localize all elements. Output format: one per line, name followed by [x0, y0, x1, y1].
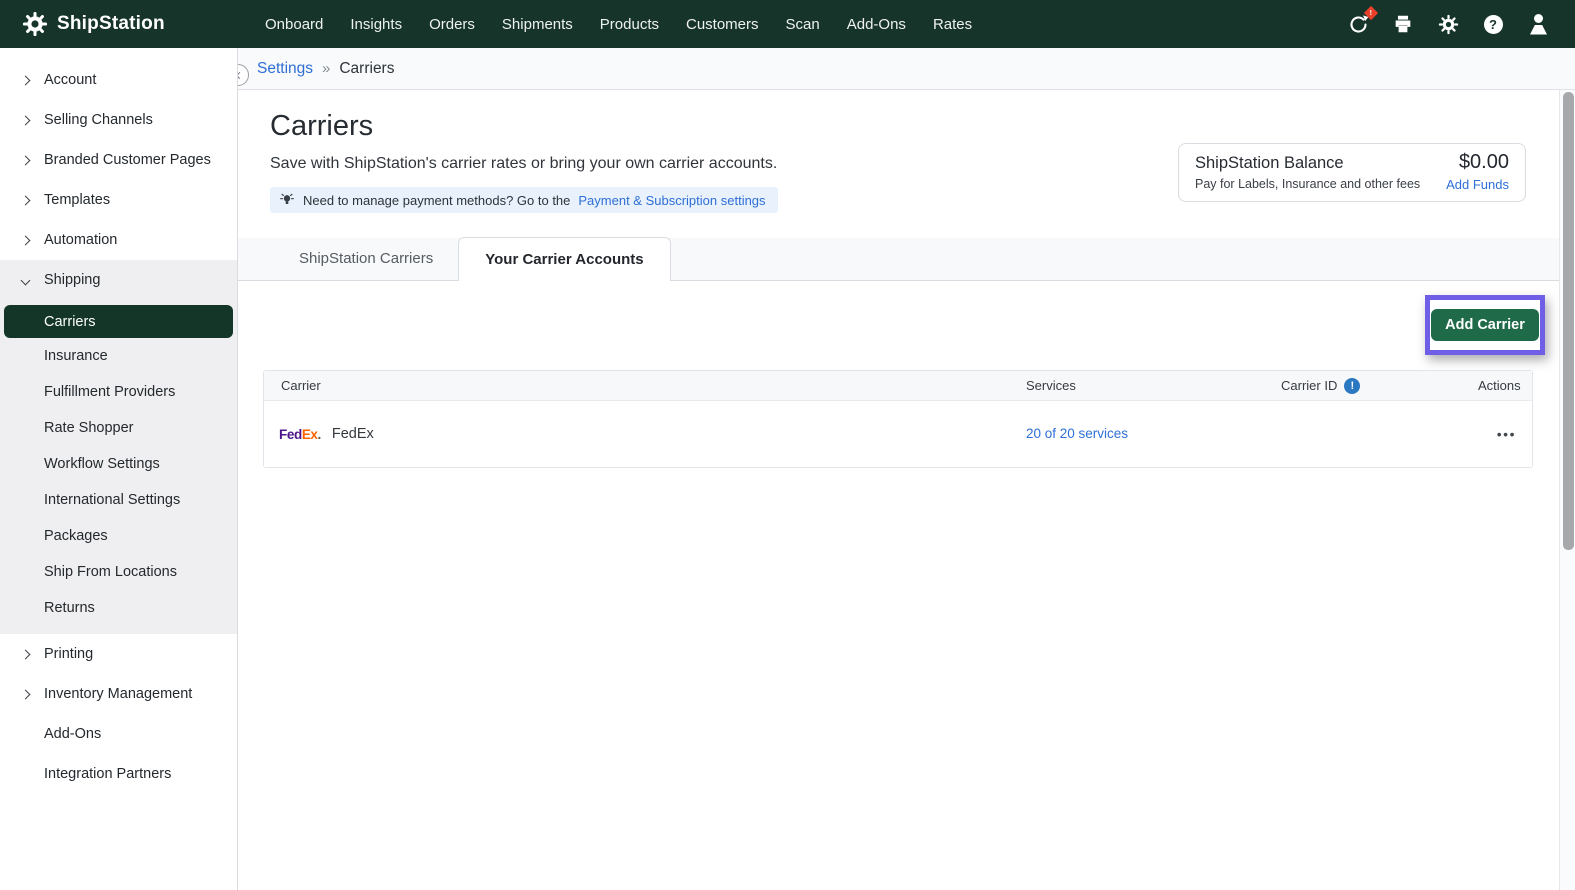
- sidebar-item-inventory-management[interactable]: Inventory Management: [0, 674, 237, 714]
- brand-name: ShipStation: [57, 13, 165, 35]
- page-title: Carriers: [270, 108, 1575, 144]
- balance-amount: $0.00: [1446, 151, 1509, 174]
- payment-info-banner: Need to manage payment methods? Go to th…: [270, 187, 778, 213]
- sidebar-item-packages[interactable]: Packages: [0, 518, 237, 554]
- topbar-icons: !: [1347, 0, 1549, 48]
- sidebar-item-account[interactable]: Account: [0, 60, 237, 100]
- nav-item-insights[interactable]: Insights: [350, 16, 402, 33]
- sidebar-item-integration-partners[interactable]: Integration Partners: [0, 754, 237, 794]
- nav-item-onboard[interactable]: Onboard: [265, 16, 323, 33]
- breadcrumb: Settings » Carriers: [238, 48, 1575, 90]
- shipstation-logo[interactable]: ShipStation: [22, 0, 165, 48]
- sidebar-item-selling-channels[interactable]: Selling Channels: [0, 100, 237, 140]
- nav-item-customers[interactable]: Customers: [686, 16, 759, 33]
- sidebar-shipping-section: Shipping Carriers Insurance Fulfillment …: [0, 260, 237, 634]
- sidebar-item-carriers[interactable]: Carriers: [4, 305, 233, 338]
- chevron-right-icon: [21, 75, 31, 85]
- sidebar-item-international-settings[interactable]: International Settings: [0, 482, 237, 518]
- column-header-carrier-id: Carrier ID: [1281, 378, 1337, 393]
- sidebar-item-fulfillment-providers[interactable]: Fulfillment Providers: [0, 374, 237, 410]
- chevron-right-icon: [21, 155, 31, 165]
- help-icon[interactable]: ?: [1482, 13, 1504, 35]
- carrier-id-info-icon[interactable]: !: [1344, 378, 1360, 394]
- sidebar-item-automation[interactable]: Automation: [0, 220, 237, 260]
- primary-nav: Onboard Insights Orders Shipments Produc…: [265, 0, 972, 48]
- settings-sidebar: Account Selling Channels Branded Custome…: [0, 48, 238, 890]
- sidebar-item-workflow-settings[interactable]: Workflow Settings: [0, 446, 237, 482]
- payment-settings-link[interactable]: Payment & Subscription settings: [578, 193, 765, 208]
- main-content: Settings » Carriers Carriers Save with S…: [238, 48, 1575, 890]
- balance-card: ShipStation Balance Pay for Labels, Insu…: [1178, 143, 1526, 202]
- breadcrumb-settings-link[interactable]: Settings: [257, 60, 313, 78]
- column-header-actions: Actions: [1478, 378, 1537, 393]
- sidebar-item-add-ons[interactable]: Add-Ons: [0, 714, 237, 754]
- add-funds-link[interactable]: Add Funds: [1446, 177, 1509, 192]
- lightbulb-icon: [279, 192, 295, 208]
- sidebar-item-printing[interactable]: Printing: [0, 634, 237, 674]
- carrier-name: FedEx: [332, 426, 374, 442]
- carrier-tabs: ShipStation Carriers Your Carrier Accoun…: [238, 238, 1575, 281]
- sidebar-item-ship-from-locations[interactable]: Ship From Locations: [0, 554, 237, 590]
- chevron-down-icon: [21, 275, 31, 285]
- services-count-link[interactable]: 20 of 20 services: [1026, 426, 1128, 441]
- fedex-logo: FedEx.: [279, 427, 321, 442]
- sidebar-item-returns[interactable]: Returns: [0, 590, 237, 626]
- print-icon[interactable]: [1392, 13, 1414, 35]
- sidebar-item-templates[interactable]: Templates: [0, 180, 237, 220]
- breadcrumb-current: Carriers: [339, 60, 394, 78]
- sidebar-item-shipping[interactable]: Shipping: [0, 260, 237, 300]
- scrollbar[interactable]: [1559, 90, 1575, 890]
- nav-item-add-ons[interactable]: Add-Ons: [847, 16, 906, 33]
- chevron-right-icon: [21, 235, 31, 245]
- top-navigation-bar: ShipStation Onboard Insights Orders Ship…: [0, 0, 1575, 48]
- balance-title: ShipStation Balance: [1195, 154, 1420, 173]
- annotation-highlight: Add Carrier: [1425, 295, 1545, 355]
- tab-your-carrier-accounts[interactable]: Your Carrier Accounts: [458, 237, 670, 281]
- row-actions-menu-icon[interactable]: •••: [1497, 426, 1516, 442]
- chevron-right-icon: [21, 195, 31, 205]
- sidebar-item-branded-customer-pages[interactable]: Branded Customer Pages: [0, 140, 237, 180]
- nav-item-products[interactable]: Products: [600, 16, 659, 33]
- breadcrumb-separator: »: [322, 60, 330, 77]
- refresh-icon[interactable]: !: [1347, 13, 1369, 35]
- carriers-table: Carrier Services Carrier ID ! Actions Fe…: [263, 370, 1533, 468]
- sidebar-item-rate-shopper[interactable]: Rate Shopper: [0, 410, 237, 446]
- shipstation-gear-logo-icon: [22, 11, 48, 37]
- table-header-row: Carrier Services Carrier ID ! Actions: [264, 371, 1532, 401]
- tab-content: Add Carrier Carrier Services Carrier ID …: [238, 281, 1575, 890]
- nav-item-scan[interactable]: Scan: [786, 16, 820, 33]
- nav-item-shipments[interactable]: Shipments: [502, 16, 573, 33]
- table-row-fedex: FedEx. FedEx 20 of 20 services •••: [264, 401, 1532, 467]
- balance-description: Pay for Labels, Insurance and other fees: [1195, 177, 1420, 191]
- nav-item-rates[interactable]: Rates: [933, 16, 972, 33]
- chevron-right-icon: [21, 649, 31, 659]
- settings-gear-icon[interactable]: [1437, 13, 1459, 35]
- chevron-right-icon: [21, 689, 31, 699]
- shipstation-app: ShipStation Onboard Insights Orders Ship…: [0, 0, 1575, 890]
- user-icon[interactable]: [1527, 13, 1549, 35]
- nav-item-orders[interactable]: Orders: [429, 16, 475, 33]
- tab-shipstation-carriers[interactable]: ShipStation Carriers: [274, 238, 458, 280]
- column-header-services: Services: [1026, 378, 1281, 393]
- column-header-carrier: Carrier: [264, 378, 1026, 393]
- chevron-right-icon: [21, 115, 31, 125]
- add-carrier-button[interactable]: Add Carrier: [1431, 309, 1539, 341]
- sidebar-item-insurance[interactable]: Insurance: [0, 338, 237, 374]
- scrollbar-thumb[interactable]: [1563, 92, 1574, 550]
- banner-text: Need to manage payment methods? Go to th…: [303, 193, 570, 208]
